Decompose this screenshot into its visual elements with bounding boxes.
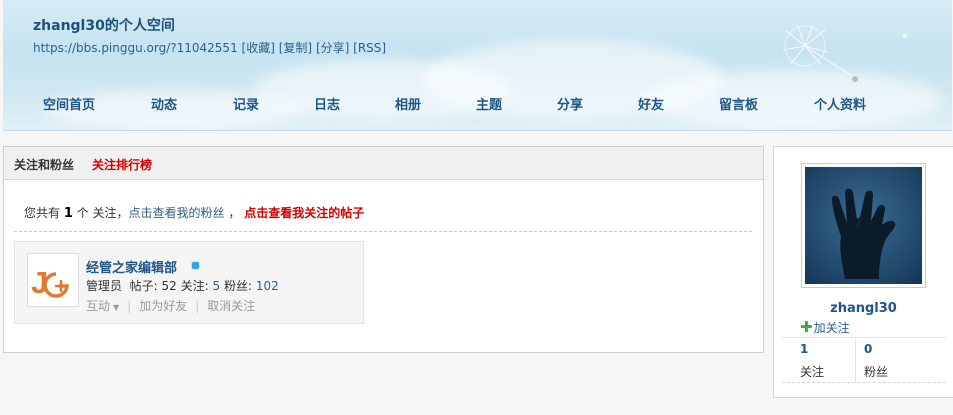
followed-user-card: J 经管之家编辑部 管理员 帖子: 52 关注: 5 粉丝: 102 互动 ▼ | 加… bbox=[14, 241, 364, 324]
nav-share[interactable]: 分享 bbox=[557, 94, 583, 113]
view-fans-link[interactable]: 点击查看我的粉丝 bbox=[129, 206, 225, 220]
add-friend-link[interactable]: 加为好友 bbox=[139, 299, 187, 313]
space-header: zhangl30的个人空间 https://bbs.pinggu.org/?11… bbox=[3, 0, 952, 131]
divider bbox=[855, 338, 856, 382]
summary-prefix: 您共有 bbox=[24, 206, 61, 220]
divider bbox=[782, 382, 946, 383]
user-role: 管理员 bbox=[86, 279, 123, 293]
follow-panel: 关注和粉丝 关注排行榜 您共有 1 个 关注，点击查看我的粉丝 ， 点击查看我关… bbox=[3, 146, 764, 353]
copy-link[interactable]: [复制] bbox=[279, 41, 312, 55]
nav-guestbook[interactable]: 留言板 bbox=[719, 94, 758, 113]
fans-label: 粉丝: bbox=[223, 279, 253, 293]
interact-dropdown[interactable]: 互动 ▼ bbox=[86, 299, 119, 313]
posts-label: 帖子: bbox=[129, 279, 158, 293]
profile-avatar[interactable] bbox=[801, 163, 926, 288]
unfollow-link[interactable]: 取消关注 bbox=[207, 299, 255, 313]
avatar[interactable]: J bbox=[27, 253, 79, 307]
space-url-link[interactable]: https://bbs.pinggu.org/?11042551 bbox=[33, 41, 238, 55]
following-stat-label: 关注 bbox=[800, 365, 825, 379]
posts-count: 52 bbox=[161, 279, 177, 293]
follow-summary: 您共有 1 个 关注，点击查看我的粉丝 ， 点击查看我关注的帖子 bbox=[24, 204, 364, 221]
fans-stat-label: 粉丝 bbox=[864, 365, 889, 379]
divider bbox=[782, 337, 946, 338]
nav-album[interactable]: 相册 bbox=[395, 94, 421, 113]
nav-friends[interactable]: 好友 bbox=[638, 94, 664, 113]
dandelion-icon bbox=[782, 24, 907, 82]
nav-records[interactable]: 记录 bbox=[233, 94, 259, 113]
followed-user-stats: 管理员 帖子: 52 关注: 5 粉丝: 102 bbox=[86, 277, 279, 294]
panel-title: 关注和粉丝 bbox=[14, 158, 75, 172]
separator: | bbox=[195, 299, 200, 313]
interact-label: 互动 bbox=[86, 299, 111, 313]
nav-profile[interactable]: 个人资料 bbox=[814, 94, 866, 113]
separator: | bbox=[127, 299, 132, 313]
plus-icon: ✚ bbox=[800, 318, 813, 336]
followed-user-name[interactable]: 经管之家编辑部 bbox=[86, 257, 177, 276]
follow-ranking-link[interactable]: 关注排行榜 bbox=[92, 156, 152, 173]
following-label: 关注: bbox=[180, 279, 209, 293]
summary-comma: ， bbox=[228, 206, 241, 220]
space-url-row: https://bbs.pinggu.org/?11042551 [收藏] [复… bbox=[33, 39, 386, 56]
space-title: zhangl30的个人空间 bbox=[33, 18, 175, 34]
following-count[interactable]: 5 bbox=[213, 279, 221, 293]
fans-stat-value[interactable]: 0 bbox=[864, 342, 872, 356]
nav-topics[interactable]: 主题 bbox=[476, 94, 502, 113]
chevron-down-icon: ▼ bbox=[113, 303, 120, 312]
profile-username[interactable]: zhangl30 bbox=[774, 301, 953, 316]
summary-unit: 个 关注， bbox=[76, 206, 129, 220]
nav-home[interactable]: 空间首页 bbox=[43, 94, 95, 113]
fans-count[interactable]: 102 bbox=[256, 279, 279, 293]
profile-sidebar: zhangl30 ✚加关注 1 关注 0 粉丝 bbox=[773, 146, 953, 398]
rss-link[interactable]: [RSS] bbox=[353, 41, 386, 55]
panel-header: 关注和粉丝 关注排行榜 bbox=[4, 147, 763, 180]
follow-button-label: 加关注 bbox=[813, 321, 850, 335]
online-status-icon bbox=[192, 262, 199, 269]
following-stat-value[interactable]: 1 bbox=[800, 342, 808, 356]
space-nav: 空间首页 动态 记录 日志 相册 主题 分享 好友 留言板 个人资料 bbox=[3, 94, 952, 116]
avatar-image bbox=[805, 167, 922, 284]
card-actions: 互动 ▼ | 加为好友 | 取消关注 bbox=[86, 297, 255, 314]
bookmark-link[interactable]: [收藏] bbox=[242, 41, 275, 55]
vulcan-hand-icon bbox=[831, 188, 896, 279]
view-followed-posts-link[interactable]: 点击查看我关注的帖子 bbox=[244, 206, 364, 220]
divider bbox=[14, 231, 752, 232]
nav-blog[interactable]: 日志 bbox=[314, 94, 340, 113]
follow-button[interactable]: ✚加关注 bbox=[800, 318, 850, 336]
follow-count: 1 bbox=[63, 206, 73, 221]
share-link[interactable]: [分享] bbox=[316, 41, 349, 55]
nav-activity[interactable]: 动态 bbox=[151, 94, 177, 113]
jg-logo-icon: J bbox=[31, 265, 69, 300]
